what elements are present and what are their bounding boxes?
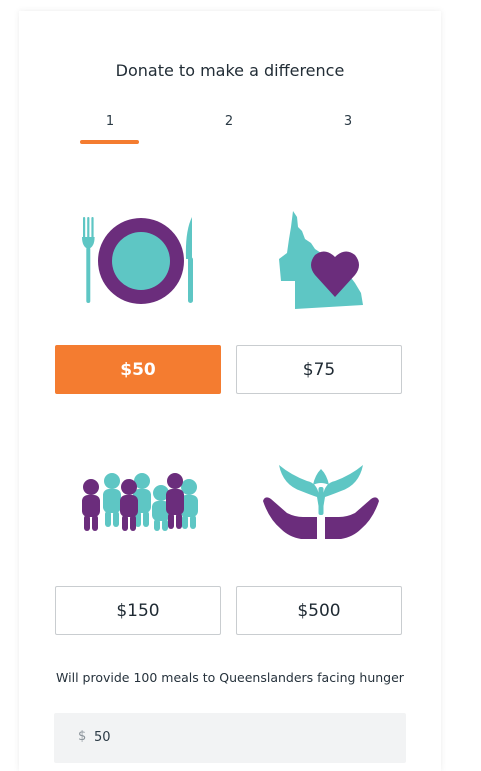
- hands-sprout-icon: [263, 465, 379, 539]
- currency-symbol: $: [78, 729, 87, 744]
- amount-option-500[interactable]: $500: [236, 586, 402, 635]
- impact-description: Will provide 100 meals to Queenslanders …: [56, 670, 404, 685]
- step-tab-2[interactable]: 2: [199, 114, 259, 129]
- step-tab-3[interactable]: 3: [318, 114, 378, 129]
- amount-option-50[interactable]: $50: [55, 345, 221, 394]
- donation-card: Donate to make a difference 1 2 3 $50 $7…: [19, 11, 441, 771]
- amount-option-75[interactable]: $75: [236, 345, 402, 394]
- step-indicator: 1 2 3: [19, 114, 441, 144]
- queensland-heart-icon: [279, 211, 363, 309]
- custom-amount-field[interactable]: $: [54, 713, 406, 763]
- page-title: Donate to make a difference: [115, 61, 345, 80]
- active-step-indicator: [80, 140, 139, 144]
- step-tab-1[interactable]: 1: [80, 114, 140, 129]
- plate-cutlery-icon: [82, 217, 193, 304]
- people-group-icon: [82, 473, 198, 531]
- amount-option-150[interactable]: $150: [55, 586, 221, 635]
- amount-input[interactable]: [92, 726, 376, 748]
